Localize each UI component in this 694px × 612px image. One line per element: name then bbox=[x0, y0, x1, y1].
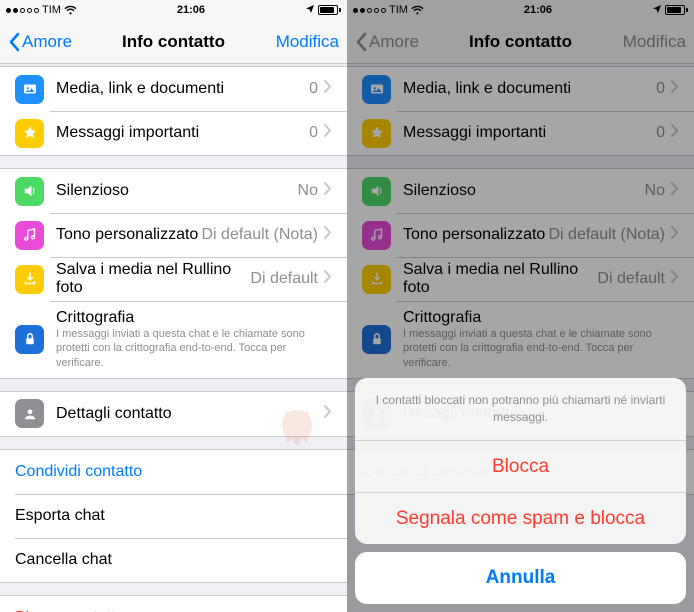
row-encryption: Crittografia I messaggi inviati a questa… bbox=[347, 301, 694, 378]
row-label: Tono personalizzato bbox=[403, 226, 549, 244]
wifi-icon bbox=[64, 5, 77, 15]
chevron-right-icon bbox=[324, 124, 332, 142]
signal-dots-icon bbox=[353, 8, 386, 13]
nav-bar: Amore Info contatto Modifica bbox=[347, 20, 694, 64]
speaker-icon bbox=[15, 177, 44, 206]
back-label: Amore bbox=[369, 32, 419, 52]
sheet-block-button[interactable]: Blocca bbox=[355, 440, 686, 492]
export-chat-button[interactable]: Esporta chat bbox=[0, 494, 347, 538]
sheet-message: I contatti bloccati non potranno più chi… bbox=[355, 378, 686, 440]
action-sheet: I contatti bloccati non potranno più chi… bbox=[355, 378, 686, 604]
row-media[interactable]: Media, link e documenti 0 bbox=[0, 67, 347, 111]
back-button: Amore bbox=[355, 32, 419, 52]
carrier-label: TIM bbox=[389, 4, 408, 16]
chevron-right-icon bbox=[324, 405, 332, 423]
row-value: Di default bbox=[597, 270, 665, 288]
star-icon bbox=[362, 119, 391, 148]
status-bar: TIM 21:06 bbox=[347, 0, 694, 20]
row-media: Media, link e documenti 0 bbox=[347, 67, 694, 111]
save-icon bbox=[15, 265, 44, 294]
screen-right: TIM 21:06 Amore Info contatto Modifica M… bbox=[347, 0, 694, 612]
row-label: Dettagli contatto bbox=[56, 405, 324, 423]
chevron-right-icon bbox=[324, 226, 332, 244]
row-contact-details[interactable]: Dettagli contatto bbox=[0, 392, 347, 436]
chevron-right-icon bbox=[671, 226, 679, 244]
save-icon bbox=[362, 265, 391, 294]
share-contact-button[interactable]: Condividi contatto bbox=[0, 450, 347, 494]
row-mute[interactable]: Silenzioso No bbox=[0, 169, 347, 213]
edit-button: Modifica bbox=[623, 32, 686, 52]
block-contact-button[interactable]: Blocca contatto bbox=[0, 596, 347, 612]
row-tone: Tono personalizzato Di default (Nota) bbox=[347, 213, 694, 257]
lock-icon bbox=[15, 325, 44, 354]
row-value: 0 bbox=[656, 124, 665, 142]
row-label: Media, link e documenti bbox=[403, 80, 656, 98]
clock-label: 21:06 bbox=[524, 4, 552, 16]
row-value: Di default (Nota) bbox=[202, 226, 319, 244]
photo-icon bbox=[15, 75, 44, 104]
row-value: Di default (Nota) bbox=[549, 226, 666, 244]
contact-icon bbox=[15, 399, 44, 428]
row-mute: Silenzioso No bbox=[347, 169, 694, 213]
nav-title: Info contatto bbox=[347, 32, 694, 52]
row-value: 0 bbox=[656, 80, 665, 98]
row-value: 0 bbox=[309, 124, 318, 142]
status-bar: TIM 21:06 bbox=[0, 0, 347, 20]
row-sublabel: I messaggi inviati a questa chat e le ch… bbox=[56, 327, 332, 370]
row-label: Silenzioso bbox=[56, 182, 298, 200]
row-label: Silenzioso bbox=[403, 182, 645, 200]
clear-chat-button[interactable]: Cancella chat bbox=[0, 538, 347, 582]
row-value: No bbox=[645, 182, 665, 200]
sheet-cancel-button[interactable]: Annulla bbox=[355, 552, 686, 604]
nav-bar: Amore Info contatto Modifica bbox=[0, 20, 347, 64]
row-value: No bbox=[298, 182, 318, 200]
location-icon bbox=[305, 4, 315, 17]
battery-icon bbox=[318, 5, 341, 15]
row-label: Crittografia bbox=[56, 309, 332, 327]
chevron-right-icon bbox=[671, 182, 679, 200]
wifi-icon bbox=[411, 5, 424, 15]
photo-icon bbox=[362, 75, 391, 104]
back-label: Amore bbox=[22, 32, 72, 52]
chevron-right-icon bbox=[671, 270, 679, 288]
row-label: Salva i media nel Rullino foto bbox=[403, 261, 597, 297]
row-label: Crittografia bbox=[403, 309, 679, 327]
row-starred[interactable]: Messaggi importanti 0 bbox=[0, 111, 347, 155]
signal-dots-icon bbox=[6, 8, 39, 13]
chevron-right-icon bbox=[324, 80, 332, 98]
row-value: Di default bbox=[250, 270, 318, 288]
row-label: Salva i media nel Rullino foto bbox=[56, 261, 250, 297]
speaker-icon bbox=[362, 177, 391, 206]
row-label: Media, link e documenti bbox=[56, 80, 309, 98]
chevron-left-icon bbox=[355, 32, 367, 52]
lock-icon bbox=[362, 325, 391, 354]
row-sublabel: I messaggi inviati a questa chat e le ch… bbox=[403, 327, 679, 370]
carrier-label: TIM bbox=[42, 4, 61, 16]
screen-left: TIM 21:06 Amore Info contatto Modifica M… bbox=[0, 0, 347, 612]
back-button[interactable]: Amore bbox=[8, 32, 72, 52]
row-value: 0 bbox=[309, 80, 318, 98]
star-icon bbox=[15, 119, 44, 148]
chevron-right-icon bbox=[671, 80, 679, 98]
row-tone[interactable]: Tono personalizzato Di default (Nota) bbox=[0, 213, 347, 257]
music-icon bbox=[15, 221, 44, 250]
battery-icon bbox=[665, 5, 688, 15]
chevron-right-icon bbox=[324, 182, 332, 200]
music-icon bbox=[362, 221, 391, 250]
row-label: Messaggi importanti bbox=[403, 124, 656, 142]
row-save-media: Salva i media nel Rullino foto Di defaul… bbox=[347, 257, 694, 301]
row-label: Tono personalizzato bbox=[56, 226, 202, 244]
sheet-spam-block-button[interactable]: Segnala come spam e blocca bbox=[355, 492, 686, 544]
chevron-right-icon bbox=[324, 270, 332, 288]
clock-label: 21:06 bbox=[177, 4, 205, 16]
edit-button[interactable]: Modifica bbox=[276, 32, 339, 52]
row-encryption[interactable]: Crittografia I messaggi inviati a questa… bbox=[0, 301, 347, 378]
chevron-left-icon bbox=[8, 32, 20, 52]
row-save-media[interactable]: Salva i media nel Rullino foto Di defaul… bbox=[0, 257, 347, 301]
row-label: Messaggi importanti bbox=[56, 124, 309, 142]
content-scroll[interactable]: Media, link e documenti 0 Messaggi impor… bbox=[0, 64, 347, 612]
row-starred: Messaggi importanti 0 bbox=[347, 111, 694, 155]
chevron-right-icon bbox=[671, 124, 679, 142]
location-icon bbox=[652, 4, 662, 17]
